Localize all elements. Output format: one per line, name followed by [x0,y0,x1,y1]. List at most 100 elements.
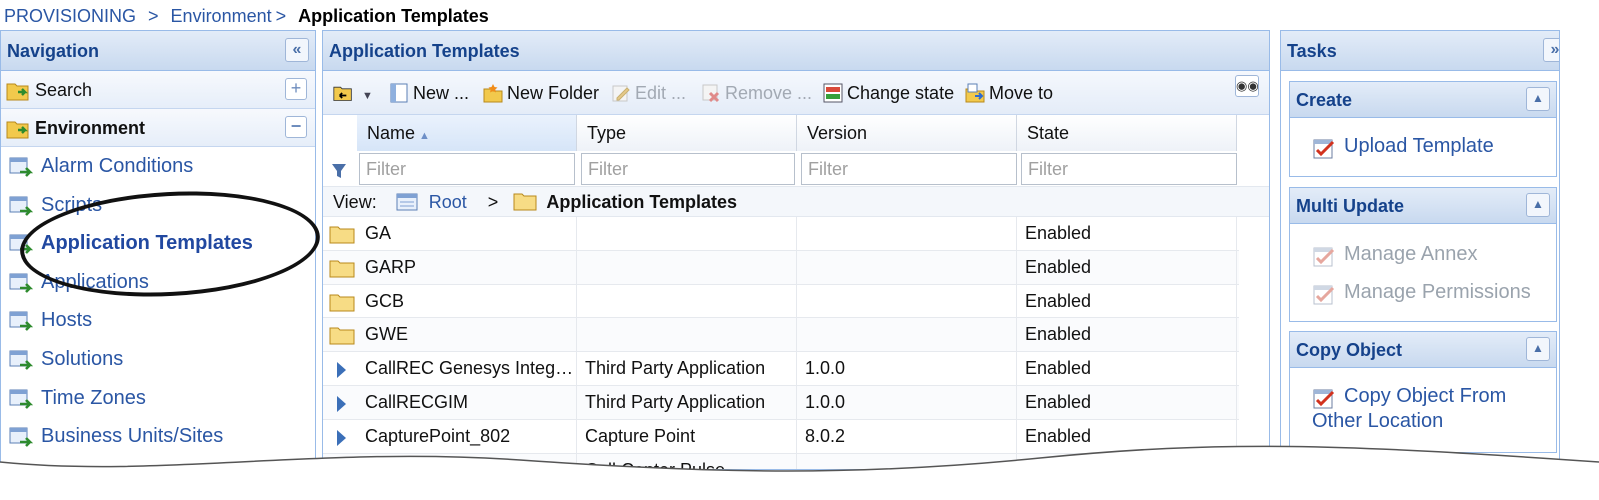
cell-state: Enabled [1017,217,1237,250]
multi-update-section-header[interactable]: Multi Update ▲ [1290,188,1556,224]
checklist-icon [1313,247,1335,267]
folder-icon [329,294,355,312]
name-filter-input[interactable] [359,153,575,185]
collapse-navigation-button[interactable]: « [285,38,309,62]
expand-arrow-icon[interactable] [337,362,346,379]
cell-state: Enabled [1017,385,1237,419]
new-button[interactable]: New ... [389,81,469,105]
nav-item-hosts[interactable]: Hosts [1,301,315,340]
environment-folder-icon [6,121,29,139]
collapse-environment-button[interactable]: − [285,116,307,138]
cell-state: Enabled [1017,352,1237,385]
collapse-tasks-button[interactable]: » [1543,38,1559,62]
application-icon [9,350,33,370]
sort-ascending-icon: ▲ [419,130,430,142]
nav-item-label: Application Templates [41,232,253,255]
nav-item-applications[interactable]: Applications [1,263,315,302]
nav-item-alarm-conditions[interactable]: Alarm Conditions [1,147,315,186]
expand-arrow-icon[interactable] [337,395,346,412]
cell-type [577,318,797,352]
table-row[interactable]: GCB Enabled [323,284,1239,319]
cell-version [797,250,1017,284]
section-title: Create [1296,90,1353,110]
cell-version [797,217,1017,250]
torn-edge-decoration [0,445,1599,500]
collapse-section-button[interactable]: ▲ [1526,87,1550,111]
remove-icon [702,84,720,103]
nav-item-label: Alarm Conditions [41,155,194,177]
create-section-header[interactable]: Create ▲ [1290,82,1556,118]
collapse-section-button[interactable]: ▲ [1526,193,1550,217]
cell-type [577,217,797,250]
cell-name: GWE [357,318,577,352]
section-title: Copy Object [1296,340,1403,360]
folder-icon [513,193,537,211]
change-state-button[interactable]: Change state [823,81,954,105]
column-header-state[interactable]: State [1017,115,1237,151]
nav-item-label: Hosts [41,309,93,332]
table-row[interactable]: GA Enabled [323,217,1239,251]
nav-item-label: Scripts [41,193,103,216]
nav-item-time-zones[interactable]: Time Zones [1,379,315,418]
version-filter-input[interactable] [801,153,1017,185]
edit-button[interactable]: Edit ... [611,81,686,105]
find-binoculars-button[interactable]: ◉◉ [1235,75,1259,97]
navigation-header: Navigation « [1,31,315,71]
nav-environment-row[interactable]: Environment − [1,109,315,147]
change-state-icon [823,83,843,103]
cell-name: GARP [357,250,577,284]
table-row[interactable]: CallREC Genesys Integ… Third Party Appli… [323,352,1239,386]
view-root-link[interactable]: Root [429,192,467,212]
cell-type: Third Party Application [577,385,797,419]
table-row[interactable]: CallRECGIM Third Party Application 1.0.0… [323,385,1239,420]
new-folder-button[interactable]: New Folder [483,81,599,105]
table-row[interactable]: GARP Enabled [323,250,1239,285]
collapse-section-button[interactable]: ▲ [1526,337,1550,361]
nav-item-application-templates[interactable]: Application Templates [1,224,315,263]
application-icon [9,196,33,216]
checklist-icon [1313,139,1335,159]
folder-icon [329,327,355,345]
nav-item-label: Time Zones [41,386,146,409]
manage-permissions-link[interactable]: Manage Permissions [1290,280,1556,305]
move-to-button[interactable]: Move to [965,81,1053,105]
copy-object-section-header[interactable]: Copy Object ▲ [1290,332,1556,368]
parent-folder-button[interactable]: ▼ [333,81,373,105]
nav-environment-label: Environment [35,118,146,138]
copy-object-section: Copy Object ▲ Copy Object From Other Loc… [1289,331,1557,453]
copy-object-link[interactable]: Copy Object From Other Location [1290,384,1556,434]
navigation-panel: Navigation « Search + Environment − Alar… [0,30,316,470]
column-header-type[interactable]: Type [577,115,797,151]
table-row[interactable]: GWE Enabled [323,318,1239,353]
expand-search-button[interactable]: + [285,78,307,100]
nav-item-solutions[interactable]: Solutions [1,340,315,379]
cell-state: Enabled [1017,250,1237,284]
application-templates-panel: Application Templates ▼ New ... New Fold… [322,30,1270,470]
checklist-icon [1313,285,1335,305]
type-filter-input[interactable] [581,153,795,185]
view-path-row: View: Root > Application Templates [323,187,1269,217]
main-header: Application Templates [323,31,1269,71]
column-header-version[interactable]: Version [797,115,1017,151]
breadcrumb-provisioning[interactable]: PROVISIONING [4,6,136,26]
tasks-header: Tasks » [1281,31,1559,71]
cell-state: Enabled [1017,284,1237,318]
upload-template-link[interactable]: Upload Template [1290,134,1556,159]
column-header-name[interactable]: Name ▲ [357,115,577,151]
cell-name: GCB [357,284,577,318]
breadcrumb-current: Application Templates [298,5,489,26]
nav-search-row[interactable]: Search + [1,71,315,109]
remove-button[interactable]: Remove ... [701,81,812,105]
application-icon [9,234,33,255]
folder-icon [329,226,355,244]
cell-type [577,284,797,318]
nav-item-scripts[interactable]: Scripts [1,186,315,225]
application-icon [9,311,33,332]
nav-item-label: Applications [41,270,149,293]
state-filter-input[interactable] [1021,153,1237,185]
tasks-title: Tasks [1287,41,1337,61]
manage-annex-link[interactable]: Manage Annex [1290,242,1556,267]
root-icon [396,193,418,211]
breadcrumb-environment[interactable]: Environment [171,6,272,26]
tasks-panel: Tasks » Create ▲ Upload Template Multi U… [1280,30,1560,470]
